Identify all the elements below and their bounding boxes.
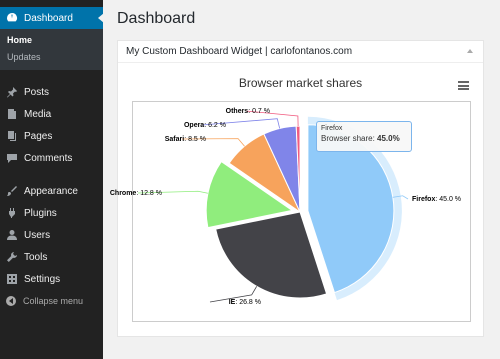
settings-icon	[6, 273, 18, 285]
sidebar-item-pages[interactable]: Pages	[0, 125, 103, 147]
collapse-menu-label: Collapse menu	[23, 296, 84, 306]
pages-icon	[6, 130, 18, 142]
chart-tooltip: Firefox Browser share: 45.0%	[316, 121, 412, 152]
dashboard-submenu: Home Updates	[0, 29, 103, 70]
brush-icon	[6, 185, 18, 197]
sidebar-item-posts[interactable]: Posts	[0, 81, 103, 103]
tooltip-value: 45.0%	[377, 134, 400, 143]
user-icon	[6, 229, 18, 241]
media-icon	[6, 108, 18, 120]
admin-sidebar: Dashboard Home Updates Posts Media Pages…	[0, 0, 104, 359]
chart-title: Browser market shares	[238, 76, 363, 90]
sidebar-item-label: Tools	[24, 251, 48, 263]
pin-icon	[6, 86, 18, 98]
tooltip-label: Browser share:	[321, 134, 375, 143]
widget-header[interactable]: My Custom Dashboard Widget | carlofontan…	[118, 41, 483, 63]
sidebar-item-media[interactable]: Media	[0, 103, 103, 125]
plug-icon	[6, 207, 18, 219]
sidebar-item-settings[interactable]: Settings	[0, 268, 103, 290]
collapse-menu-button[interactable]: Collapse menu	[0, 290, 103, 312]
wrench-icon	[6, 251, 18, 263]
sidebar-item-label: Dashboard	[24, 12, 73, 24]
sidebar-item-plugins[interactable]: Plugins	[0, 202, 103, 224]
tooltip-value-line: Browser share: 45.0%	[321, 134, 407, 143]
widget-collapse-arrow-icon[interactable]	[467, 49, 473, 53]
sidebar-item-users[interactable]: Users	[0, 224, 103, 246]
sidebar-item-label: Plugins	[24, 207, 57, 219]
tooltip-series-name: Firefox	[321, 125, 343, 132]
sidebar-item-tools[interactable]: Tools	[0, 246, 103, 268]
sidebar-item-appearance[interactable]: Appearance	[0, 180, 103, 202]
submenu-updates[interactable]: Updates	[0, 49, 103, 66]
sidebar-item-comments[interactable]: Comments	[0, 147, 103, 169]
chart-context-menu-icon[interactable]	[458, 81, 469, 90]
sidebar-item-label: Appearance	[24, 185, 78, 197]
sidebar-item-label: Media	[24, 108, 52, 120]
collapse-arrow-icon	[6, 296, 16, 306]
sidebar-item-label: Users	[24, 229, 51, 241]
page-title: Dashboard	[117, 10, 196, 27]
sidebar-item-label: Posts	[24, 86, 50, 98]
submenu-home[interactable]: Home	[0, 32, 103, 49]
dashboard-icon	[6, 12, 18, 24]
comment-icon	[6, 152, 18, 164]
sidebar-item-dashboard[interactable]: Dashboard	[0, 7, 104, 29]
sidebar-item-label: Settings	[24, 273, 61, 285]
sidebar-item-label: Pages	[24, 130, 53, 142]
widget-title: My Custom Dashboard Widget | carlofontan…	[126, 46, 353, 57]
sidebar-item-label: Comments	[24, 152, 73, 164]
